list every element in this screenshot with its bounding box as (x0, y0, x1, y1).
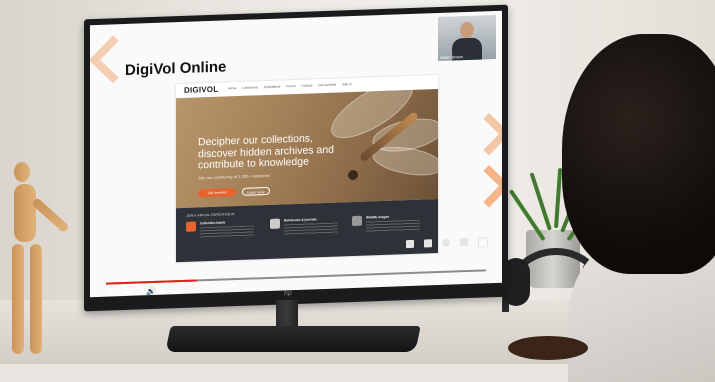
butterfly-icon (186, 221, 196, 232)
wooden-mannequin-torso (14, 184, 36, 242)
monitor-screen: DigiVol Online Adam Brown DIGIVOL Home C… (90, 10, 502, 298)
video-progress-bar[interactable] (106, 269, 486, 285)
chevron-decoration-icon (467, 113, 502, 156)
dragonfly-eye (348, 169, 358, 181)
bird-icon (352, 215, 362, 227)
person-hand (508, 336, 588, 360)
wooden-mannequin (14, 162, 30, 182)
nav-item[interactable]: Expeditions (264, 85, 280, 90)
expedition-item-text (200, 225, 254, 240)
expedition-item-text (284, 222, 338, 237)
expedition-item-title: Wildlife images (366, 214, 390, 220)
next-icon[interactable]: ⏭ (126, 287, 133, 298)
monitor-brand-logo: hp (284, 290, 292, 298)
expedition-item-title: Collection labels (200, 220, 226, 226)
nav-item[interactable]: Get involved (318, 83, 336, 88)
nav-item[interactable]: Collections (242, 85, 258, 90)
band-heading: JOIN A VIRTUAL EXPEDITION AT (186, 212, 235, 218)
expedition-item-title: Notebooks & journals (284, 217, 317, 223)
expedition-band: JOIN A VIRTUAL EXPEDITION AT Collection … (176, 199, 438, 263)
volume-icon[interactable]: 🔊 (146, 286, 156, 297)
wooden-mannequin-leg (12, 244, 24, 354)
person-hair (562, 34, 715, 274)
learn-more-button[interactable]: Learn more (242, 186, 270, 196)
photo-scene: DigiVol Online Adam Brown DIGIVOL Home C… (0, 0, 715, 382)
hero-subtitle: Join our community of 1,000+ volunteers (198, 172, 271, 181)
autoplay-toggle-icon[interactable] (406, 239, 414, 249)
expedition-item[interactable]: Notebooks & journals (270, 216, 340, 237)
website-screenshot: DIGIVOL Home Collections Expeditions For… (176, 75, 438, 263)
site-nav-items: Home Collections Expeditions Forum Conta… (228, 82, 357, 90)
nav-item[interactable]: Contact (301, 83, 312, 87)
site-hero: Decipher our collections, discover hidde… (176, 89, 438, 209)
expedition-item[interactable]: Collection labels (186, 219, 256, 240)
presenter-head (460, 21, 474, 39)
settings-icon[interactable] (442, 238, 450, 247)
video-time: 5:38 / 22:57 (166, 285, 193, 293)
nav-item[interactable]: Sign in (342, 82, 352, 86)
notebook-icon (270, 218, 280, 229)
get-involved-button[interactable]: Get involved (198, 188, 236, 198)
nav-item[interactable]: Home (228, 86, 237, 90)
slide-title: DigiVol Online (125, 58, 227, 79)
chevron-decoration-icon (467, 165, 502, 208)
monitor: DigiVol Online Adam Brown DIGIVOL Home C… (84, 4, 508, 312)
play-icon[interactable]: ▶ (108, 287, 114, 297)
site-logo-text: DIGIVOL (184, 84, 219, 95)
wooden-mannequin-leg-2 (30, 244, 42, 354)
expedition-item[interactable]: Wildlife images (352, 214, 422, 234)
monitor-stand-base (165, 326, 421, 352)
expedition-item-text (366, 219, 420, 234)
video-progress-fill (106, 279, 198, 285)
miniplayer-icon[interactable] (460, 237, 468, 247)
presenter-name: Adam Brown (440, 54, 463, 60)
site-logo: DIGIVOL (184, 85, 218, 95)
hero-heading: Decipher our collections, discover hidde… (198, 132, 334, 172)
subtitles-icon[interactable] (424, 239, 432, 248)
presenter-webcam: Adam Brown (438, 15, 496, 62)
fullscreen-icon[interactable] (478, 237, 488, 248)
nav-item[interactable]: Forum (286, 84, 295, 88)
